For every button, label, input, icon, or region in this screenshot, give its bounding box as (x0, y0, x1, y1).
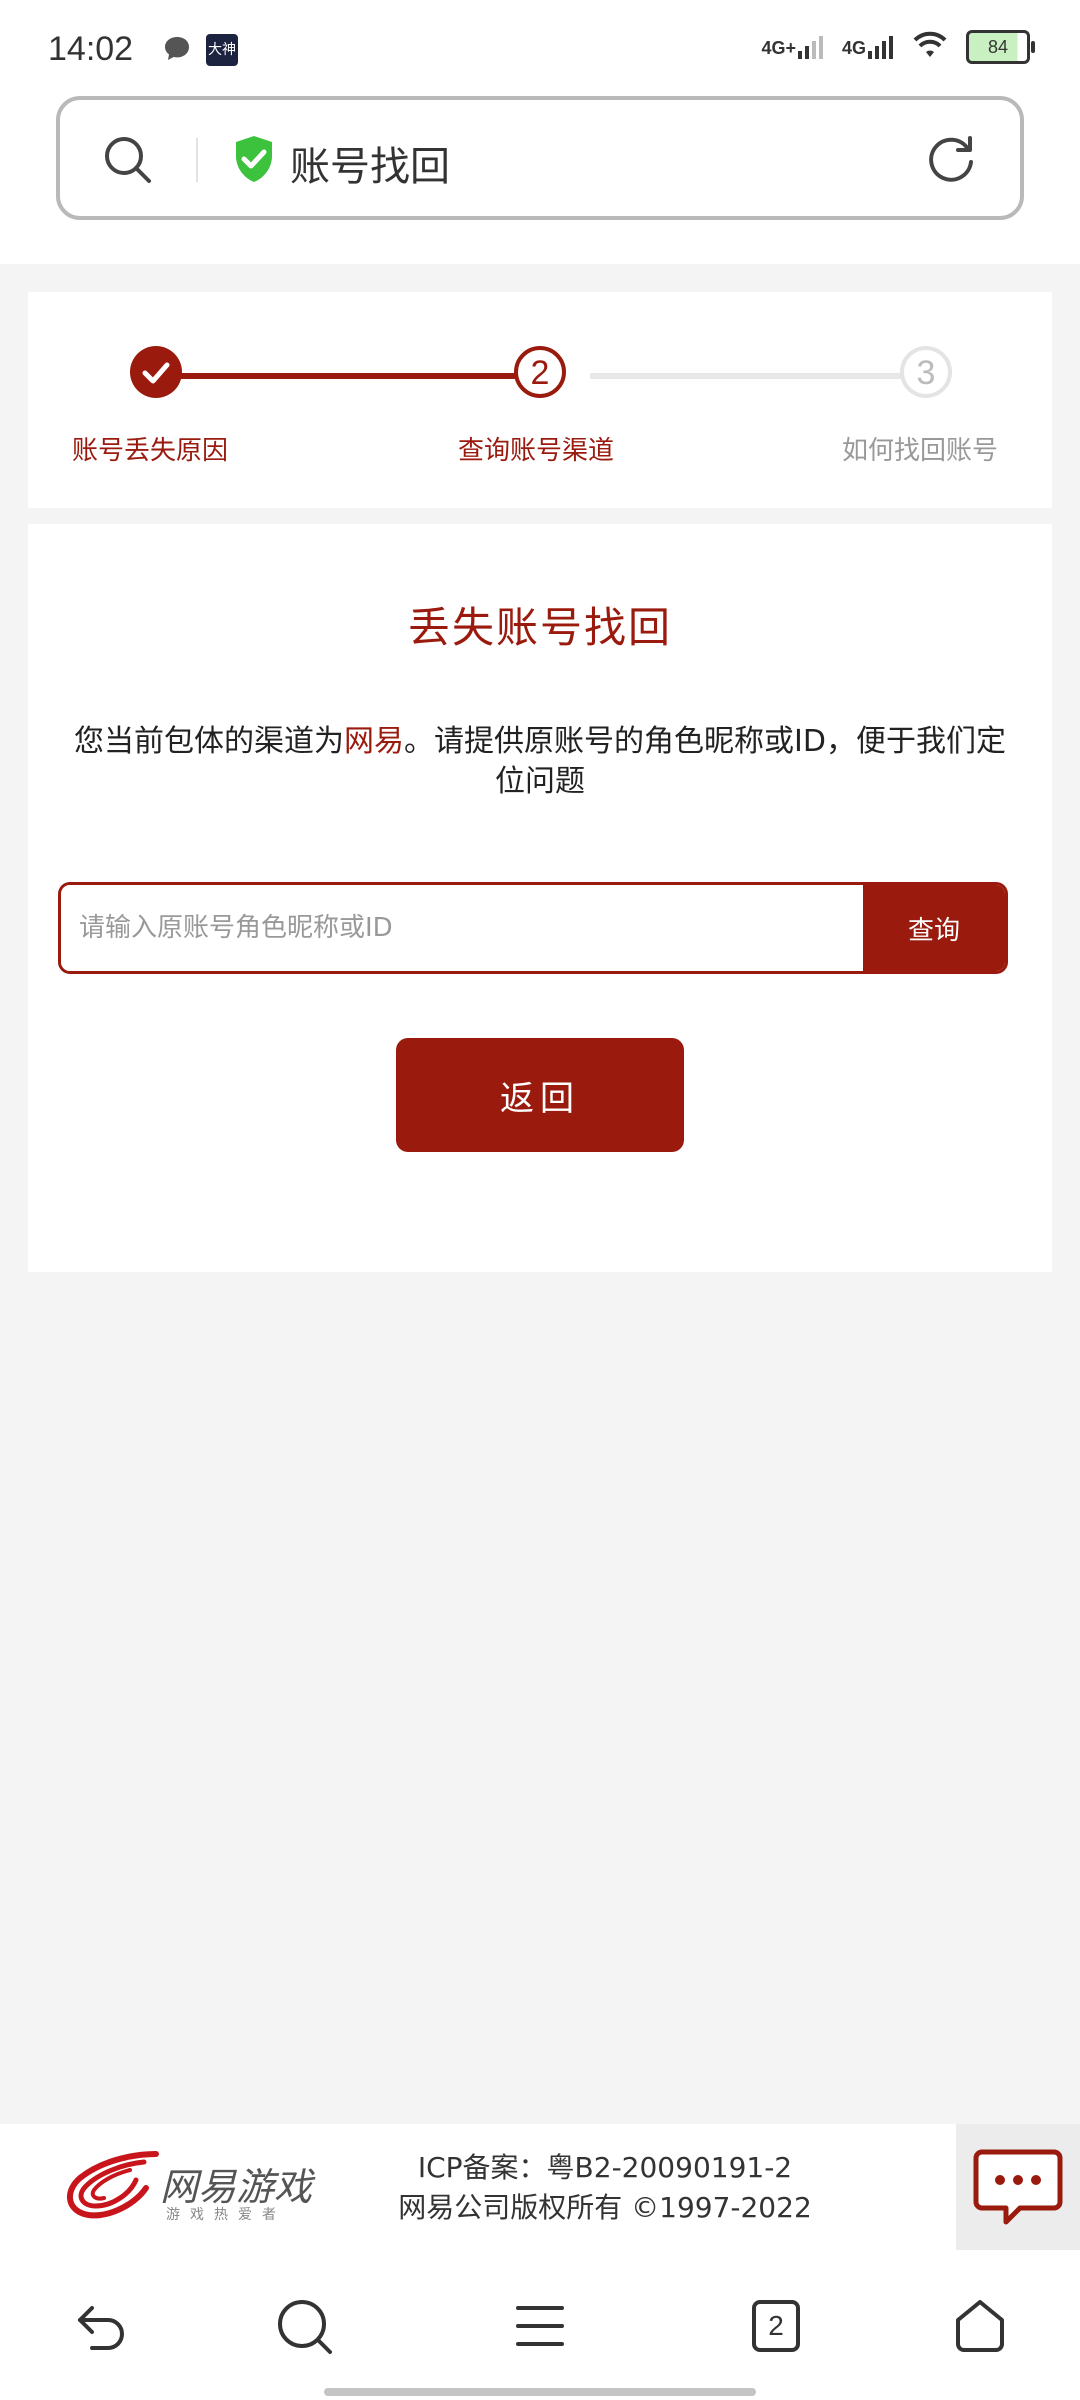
step-connector-todo (590, 373, 936, 379)
signal-4g-plus: 4G+ (761, 35, 824, 59)
search-icon[interactable] (272, 2294, 336, 2358)
step-3-label: 如何找回账号 (842, 436, 999, 466)
address-bar[interactable]: 账号找回 (56, 96, 1024, 220)
netease-games-logo[interactable]: 网易游戏 游戏热爱者 (60, 2148, 320, 2230)
signal-bars-icon (797, 36, 823, 59)
step-1-done (130, 346, 182, 398)
address-divider (196, 138, 198, 182)
tabs-icon[interactable]: 2 (744, 2294, 808, 2358)
home-icon[interactable] (948, 2294, 1012, 2358)
status-indicators: 4G+ 4G 84 (761, 30, 1035, 64)
page-title: 账号找回 (290, 144, 450, 190)
reload-icon[interactable] (924, 132, 978, 190)
status-bar: 14:02 大神 4G+ 4G 84 (0, 0, 1080, 96)
signal-bars-icon (868, 36, 893, 59)
logo-subtitle: 游戏热爱者 (166, 2207, 286, 2223)
browser-address-area: 账号找回 (0, 96, 1080, 264)
home-indicator[interactable] (324, 2388, 756, 2396)
recovery-card: 丢失账号找回 您当前包体的渠道为网易。请提供原账号的角色昵称或ID，便于我们定位… (28, 524, 1052, 1272)
dashen-app-icon: 大神 (206, 34, 238, 66)
back-arrow-icon[interactable] (70, 2294, 134, 2358)
query-button[interactable]: 查询 (863, 885, 1005, 971)
step-2-active: 2 (514, 346, 566, 398)
step-3-todo: 3 (900, 346, 952, 398)
step-2-label: 查询账号渠道 (458, 436, 615, 466)
chat-bubble-icon (162, 34, 192, 68)
check-icon (142, 362, 170, 384)
logo-text: 网易游戏 (160, 2165, 313, 2209)
channel-description: 您当前包体的渠道为网易。请提供原账号的角色昵称或ID，便于我们定位问题 (74, 724, 1006, 799)
channel-name: 网易 (344, 724, 405, 759)
menu-icon[interactable] (508, 2294, 572, 2358)
footer: 网易游戏 游戏热爱者 ICP备案：粤B2-20090191-2 网易公司版权所有… (0, 2124, 1080, 2250)
chat-dots-icon (973, 2149, 1063, 2225)
nickname-input[interactable] (61, 885, 863, 971)
wifi-icon (912, 31, 948, 63)
battery-indicator: 84 (966, 30, 1035, 64)
customer-service-button[interactable] (956, 2124, 1080, 2250)
shield-check-icon (232, 134, 276, 188)
footer-info: ICP备案：粤B2-20090191-2 网易公司版权所有 ©1997-2022 (370, 2148, 840, 2228)
browser-bottom-nav: 2 (0, 2250, 1080, 2400)
copyright: 网易公司版权所有 ©1997-2022 (398, 2191, 812, 2224)
step-1-label: 账号丢失原因 (72, 436, 229, 466)
search-icon[interactable] (102, 134, 154, 190)
card-title: 丢失账号找回 (407, 603, 672, 652)
back-button[interactable]: 返回 (396, 1038, 684, 1152)
tab-count: 2 (768, 2310, 784, 2341)
netease-logo-icon (67, 2151, 159, 2219)
progress-steps: 2 3 账号丢失原因 查询账号渠道 如何找回账号 (28, 292, 1052, 508)
icp-record: ICP备案：粤B2-20090191-2 (417, 2151, 793, 2184)
query-form: 查询 (58, 882, 1008, 974)
status-time: 14:02 (48, 30, 134, 68)
signal-4g: 4G (842, 35, 894, 59)
step-connector-done (156, 373, 542, 379)
